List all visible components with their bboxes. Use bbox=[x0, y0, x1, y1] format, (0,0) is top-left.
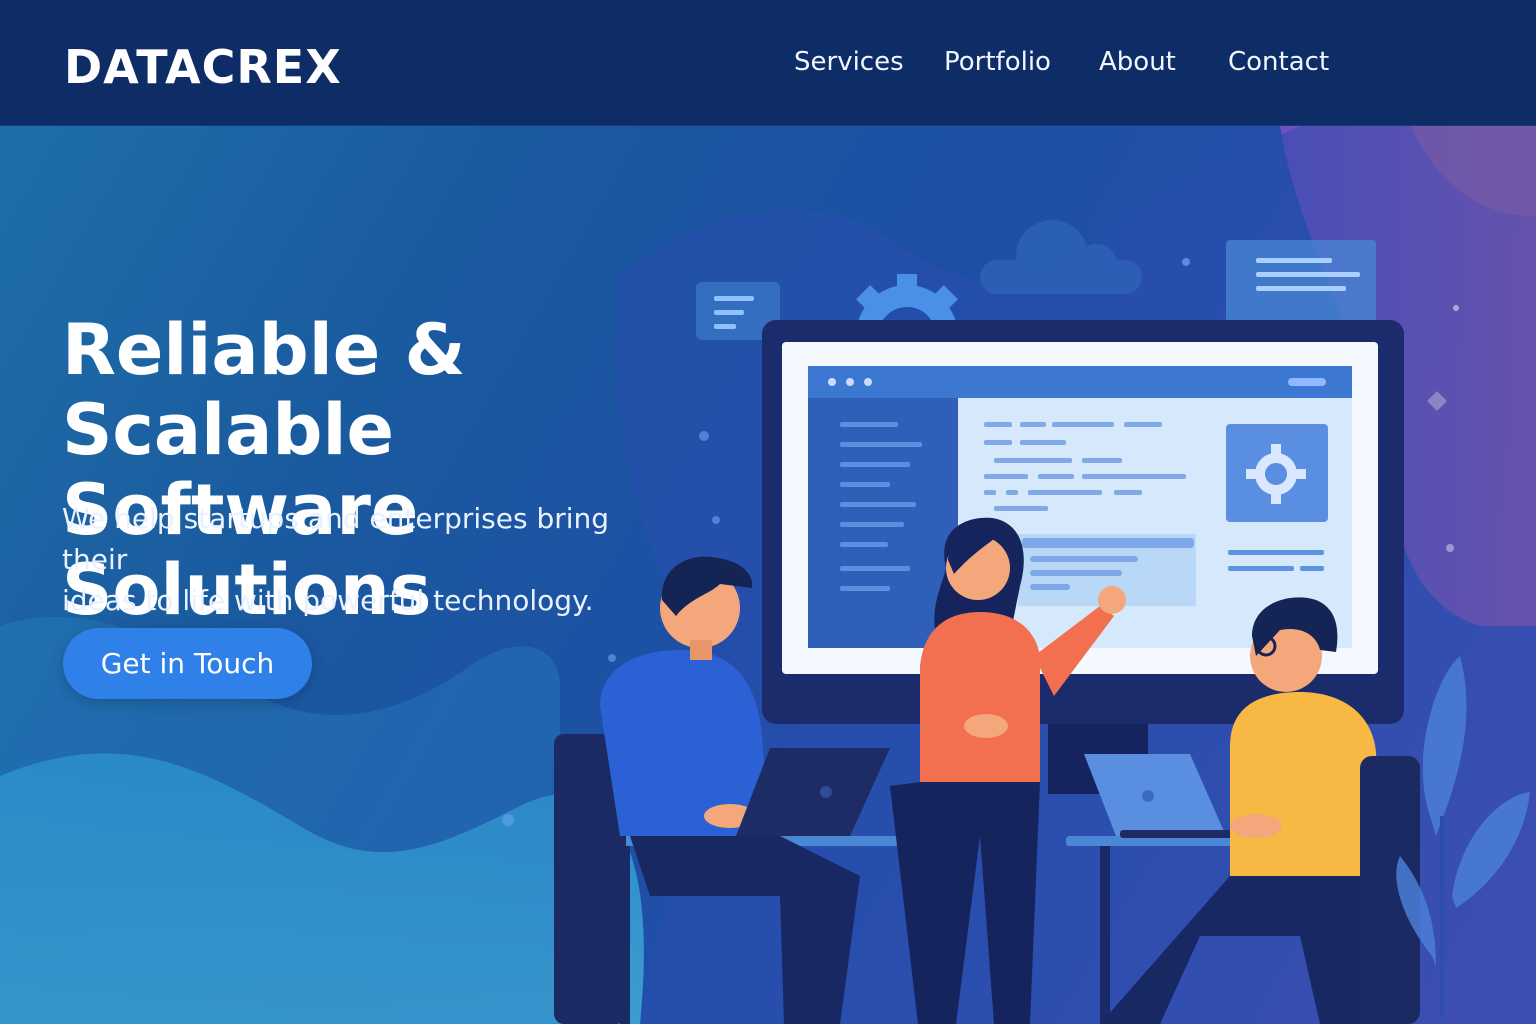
nav-contact[interactable]: Contact bbox=[1228, 47, 1329, 77]
hero-section: Reliable & Scalable Software Solutions W… bbox=[0, 126, 1536, 1024]
brand-logo[interactable]: DATACREX bbox=[64, 40, 342, 94]
get-in-touch-button[interactable]: Get in Touch bbox=[63, 628, 312, 699]
cloud-icon bbox=[980, 220, 1142, 294]
team-illustration bbox=[554, 220, 1530, 1024]
nav-about[interactable]: About bbox=[1099, 47, 1176, 77]
site-header: DATACREX Services Portfolio About Contac… bbox=[0, 0, 1536, 126]
nav-services[interactable]: Services bbox=[794, 47, 904, 77]
nav-portfolio[interactable]: Portfolio bbox=[944, 47, 1051, 77]
floating-card-right bbox=[1226, 240, 1376, 324]
